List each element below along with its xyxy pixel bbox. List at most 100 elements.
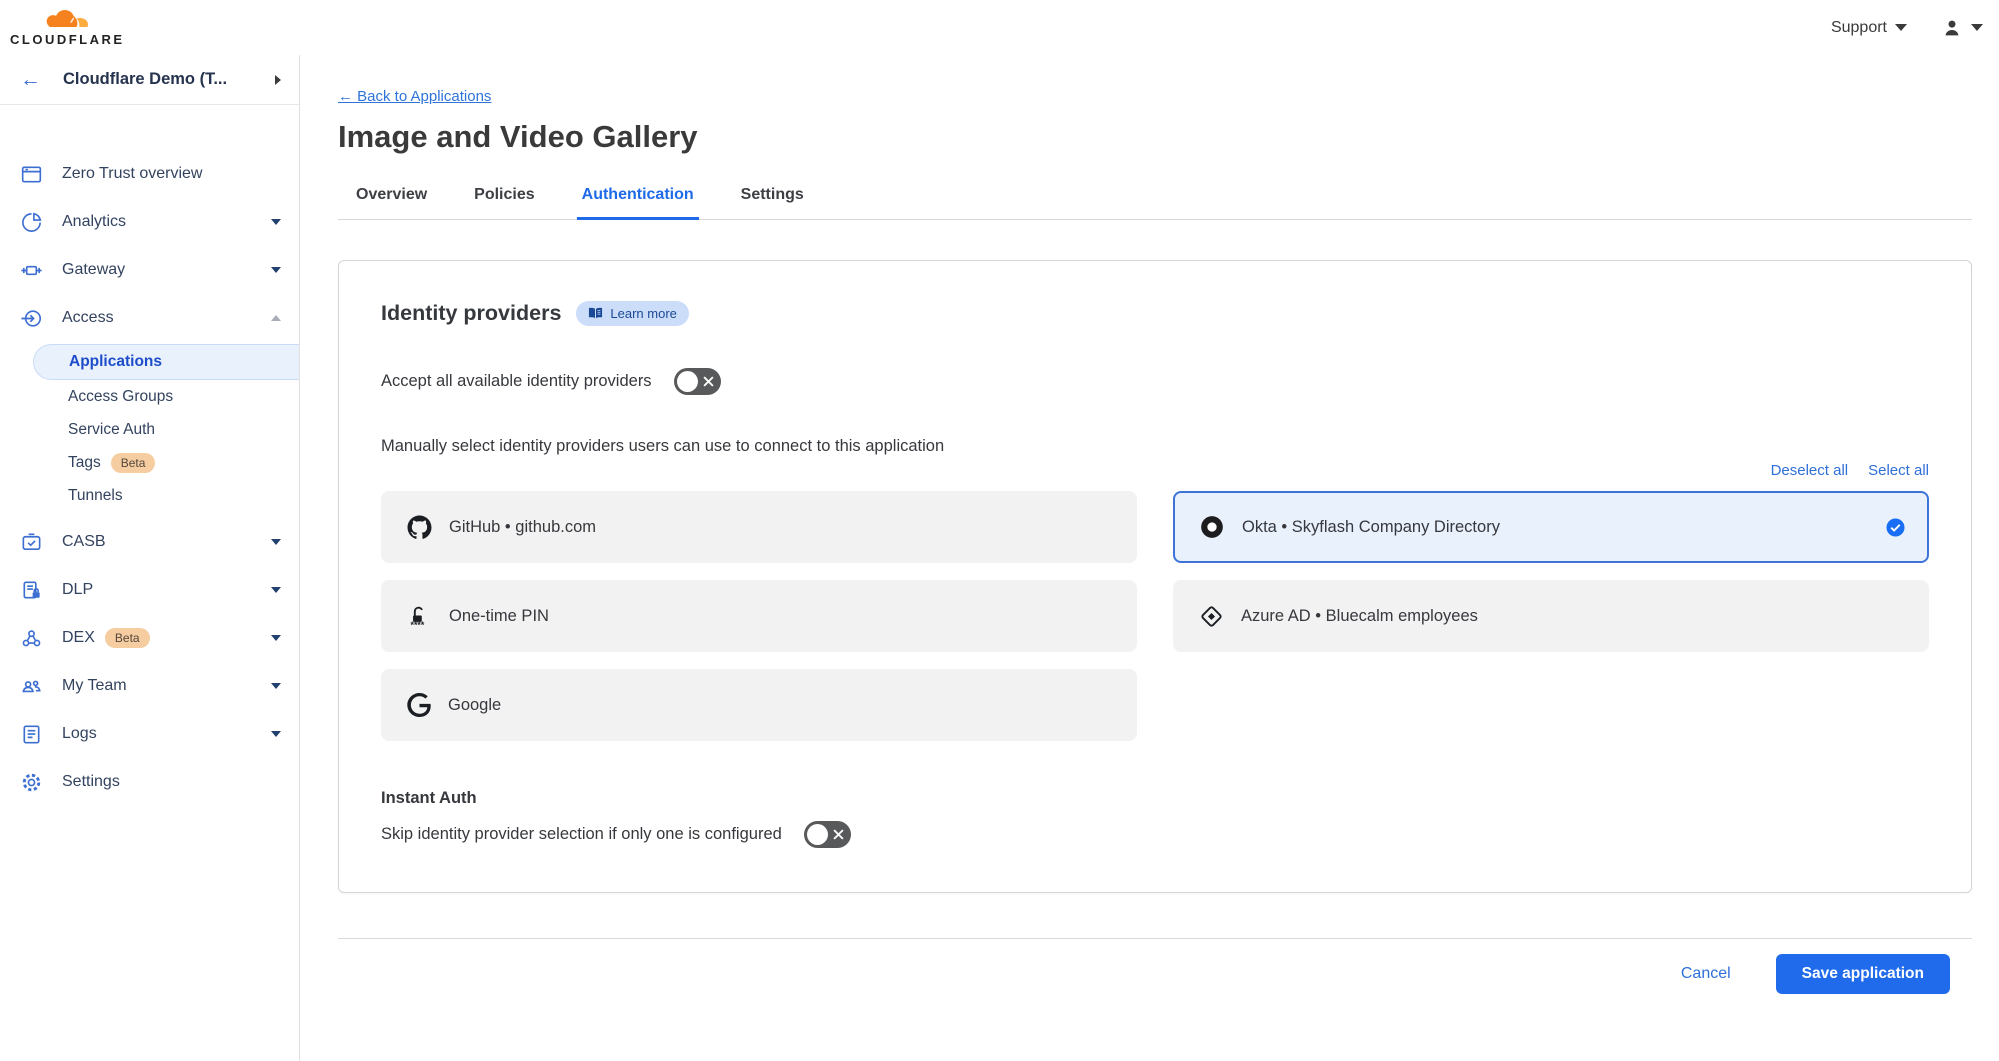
provider-label: GitHub • github.com — [449, 518, 596, 537]
deselect-all-link[interactable]: Deselect all — [1771, 462, 1849, 479]
sidebar-item-applications[interactable]: Applications — [33, 344, 299, 380]
chevron-down-icon — [1895, 24, 1907, 31]
chevron-up-icon — [271, 315, 281, 321]
main-content: ← Back to Applications Image and Video G… — [300, 55, 1999, 994]
provider-tile-one-time-pin[interactable]: **** One-time PIN — [381, 580, 1137, 652]
provider-tile-okta[interactable]: Okta • Skyflash Company Directory — [1173, 491, 1929, 563]
provider-label: One-time PIN — [449, 607, 549, 626]
identity-providers-card: Identity providers Learn more Accept all… — [338, 260, 1972, 893]
sidebar-subitem-label: Access Groups — [68, 388, 173, 406]
chevron-down-icon — [271, 683, 281, 689]
gateway-icon — [20, 259, 43, 282]
sidebar-item-logs[interactable]: Logs — [0, 710, 299, 758]
chevron-down-icon — [271, 219, 281, 225]
back-arrow-icon[interactable]: ← — [20, 68, 41, 92]
toggle-knob — [677, 371, 698, 392]
google-icon — [407, 693, 431, 717]
github-icon — [407, 515, 432, 540]
document-lines-icon — [20, 723, 43, 746]
azure-ad-icon — [1199, 604, 1224, 629]
sidebar-item-label: Logs — [62, 725, 97, 743]
cloudflare-wordmark: CLOUDFLARE — [10, 32, 122, 47]
x-icon — [833, 829, 844, 840]
sidebar-item-settings[interactable]: Settings — [0, 758, 299, 806]
beta-badge: Beta — [111, 453, 156, 473]
svg-text:****: **** — [411, 620, 425, 629]
support-label: Support — [1831, 19, 1887, 37]
team-icon — [20, 675, 43, 698]
save-application-button[interactable]: Save application — [1776, 954, 1950, 994]
sidebar-item-zero-trust-overview[interactable]: Zero Trust overview — [0, 150, 299, 198]
chevron-down-icon — [271, 635, 281, 641]
chevron-down-icon — [271, 539, 281, 545]
document-lock-icon — [20, 579, 43, 602]
select-all-link[interactable]: Select all — [1868, 462, 1929, 479]
okta-icon — [1199, 514, 1225, 540]
access-subnav: Applications Access Groups Service Auth … — [0, 344, 299, 512]
sidebar-item-access[interactable]: Access — [0, 294, 299, 342]
sidebar-item-label: CASB — [62, 533, 106, 551]
otp-lock-icon: **** — [407, 604, 432, 629]
book-icon — [588, 307, 603, 320]
tab-bar: Overview Policies Authentication Setting… — [338, 182, 1972, 220]
provider-tile-azure-ad[interactable]: Azure AD • Bluecalm employees — [1173, 580, 1929, 652]
sidebar-subitem-label: Applications — [69, 353, 162, 371]
tab-overview[interactable]: Overview — [351, 182, 432, 219]
account-name[interactable]: Cloudflare Demo (T... — [63, 70, 227, 89]
chevron-down-icon — [271, 267, 281, 273]
learn-more-label: Learn more — [610, 306, 676, 321]
learn-more-button[interactable]: Learn more — [576, 301, 688, 326]
pie-chart-icon — [20, 211, 43, 234]
sidebar-item-dlp[interactable]: DLP — [0, 566, 299, 614]
sidebar-item-my-team[interactable]: My Team — [0, 662, 299, 710]
network-nodes-icon — [20, 627, 43, 650]
user-menu[interactable] — [1941, 17, 1983, 39]
beta-badge: Beta — [105, 628, 150, 648]
chevron-down-icon — [1971, 24, 1983, 31]
cloudflare-logo[interactable]: CLOUDFLARE — [10, 8, 122, 47]
provider-grid: GitHub • github.com **** One-time PIN Go… — [381, 491, 1929, 741]
chevron-right-icon[interactable] — [275, 75, 281, 85]
page-title: Image and Video Gallery — [338, 119, 1972, 155]
sidebar-item-label: Access — [62, 309, 114, 327]
gear-icon — [20, 771, 43, 794]
cancel-button[interactable]: Cancel — [1681, 965, 1731, 983]
provider-tile-google[interactable]: Google — [381, 669, 1137, 741]
casb-icon — [20, 531, 43, 554]
sidebar-item-tunnels[interactable]: Tunnels — [0, 479, 299, 512]
user-icon — [1941, 17, 1963, 39]
instant-auth-toggle[interactable] — [804, 821, 851, 848]
toggle-knob — [807, 824, 828, 845]
sidebar-item-label: DLP — [62, 581, 93, 599]
window-icon — [20, 163, 43, 186]
tab-settings[interactable]: Settings — [736, 182, 809, 219]
sidebar-item-gateway[interactable]: Gateway — [0, 246, 299, 294]
sidebar-item-service-auth[interactable]: Service Auth — [0, 413, 299, 446]
support-menu[interactable]: Support — [1831, 19, 1907, 37]
manual-select-label: Manually select identity providers users… — [381, 437, 1929, 456]
tab-policies[interactable]: Policies — [469, 182, 539, 219]
accept-all-label: Accept all available identity providers — [381, 372, 652, 391]
sidebar-subitem-label: Tags — [68, 454, 101, 472]
back-to-applications-link[interactable]: ← Back to Applications — [338, 88, 491, 105]
sidebar-item-analytics[interactable]: Analytics — [0, 198, 299, 246]
sidebar-item-dex[interactable]: DEX Beta — [0, 614, 299, 662]
sidebar-item-label: DEX — [62, 629, 95, 647]
tab-authentication[interactable]: Authentication — [577, 182, 699, 220]
sidebar-item-casb[interactable]: CASB — [0, 518, 299, 566]
accept-all-toggle[interactable] — [674, 368, 721, 395]
provider-tile-github[interactable]: GitHub • github.com — [381, 491, 1137, 563]
chevron-down-icon — [271, 731, 281, 737]
sidebar-nav: Zero Trust overview Analytics Gateway — [0, 105, 299, 806]
sidebar-item-tags[interactable]: Tags Beta — [0, 446, 299, 479]
instant-auth-label: Skip identity provider selection if only… — [381, 825, 782, 844]
sidebar-item-label: Zero Trust overview — [62, 165, 202, 183]
x-icon — [703, 376, 714, 387]
cloudflare-cloud-icon — [40, 8, 92, 34]
card-title: Identity providers — [381, 301, 561, 326]
provider-label: Google — [448, 696, 501, 715]
access-icon — [20, 307, 43, 330]
sidebar-item-label: My Team — [62, 677, 127, 695]
sidebar-item-label: Settings — [62, 773, 120, 791]
sidebar-item-access-groups[interactable]: Access Groups — [0, 380, 299, 413]
